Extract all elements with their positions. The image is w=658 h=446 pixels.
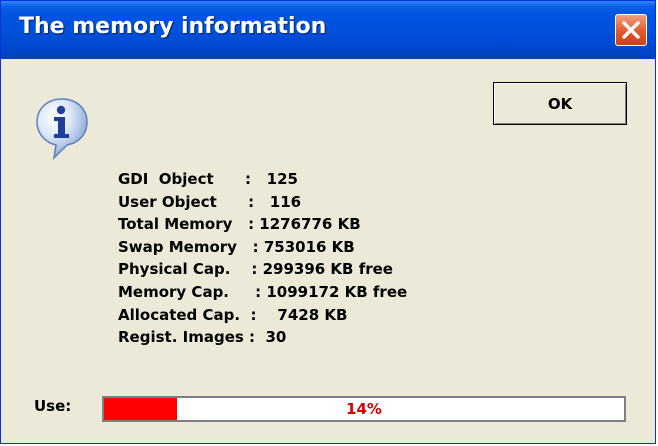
stat-total-memory: Total Memory : 1276776 KB [118, 215, 361, 234]
window-title: The memory information [19, 14, 327, 39]
ok-button[interactable]: OK [493, 82, 627, 125]
close-icon [622, 21, 640, 39]
stat-physical-cap: Physical Cap. : 299396 KB free [118, 260, 393, 279]
stat-regist-images: Regist. Images : 30 [118, 328, 287, 347]
stat-allocated-cap: Allocated Cap. : 7428 KB [118, 305, 348, 324]
stat-user-object: User Object : 116 [118, 192, 302, 211]
dialog-body: OK GDI Object : 125 User Object : 116 To… [1, 59, 655, 443]
use-label: Use: [34, 397, 72, 415]
title-bar[interactable]: The memory information [1, 1, 655, 59]
usage-percent-text: 14% [346, 400, 382, 418]
info-icon [36, 98, 88, 161]
stat-gdi-object: GDI Object : 125 [118, 170, 298, 188]
memory-info-dialog: The memory information OK GDI Object : 1… [0, 0, 656, 444]
stat-memory-cap: Memory Cap. : 1099172 KB free [118, 282, 408, 301]
stat-swap-memory: Swap Memory : 753016 KB [118, 237, 355, 256]
memory-stats-list: GDI Object : 125 User Object : 116 Total… [118, 168, 407, 349]
usage-progress-bar: 14% [102, 396, 626, 422]
close-button[interactable] [615, 14, 647, 46]
